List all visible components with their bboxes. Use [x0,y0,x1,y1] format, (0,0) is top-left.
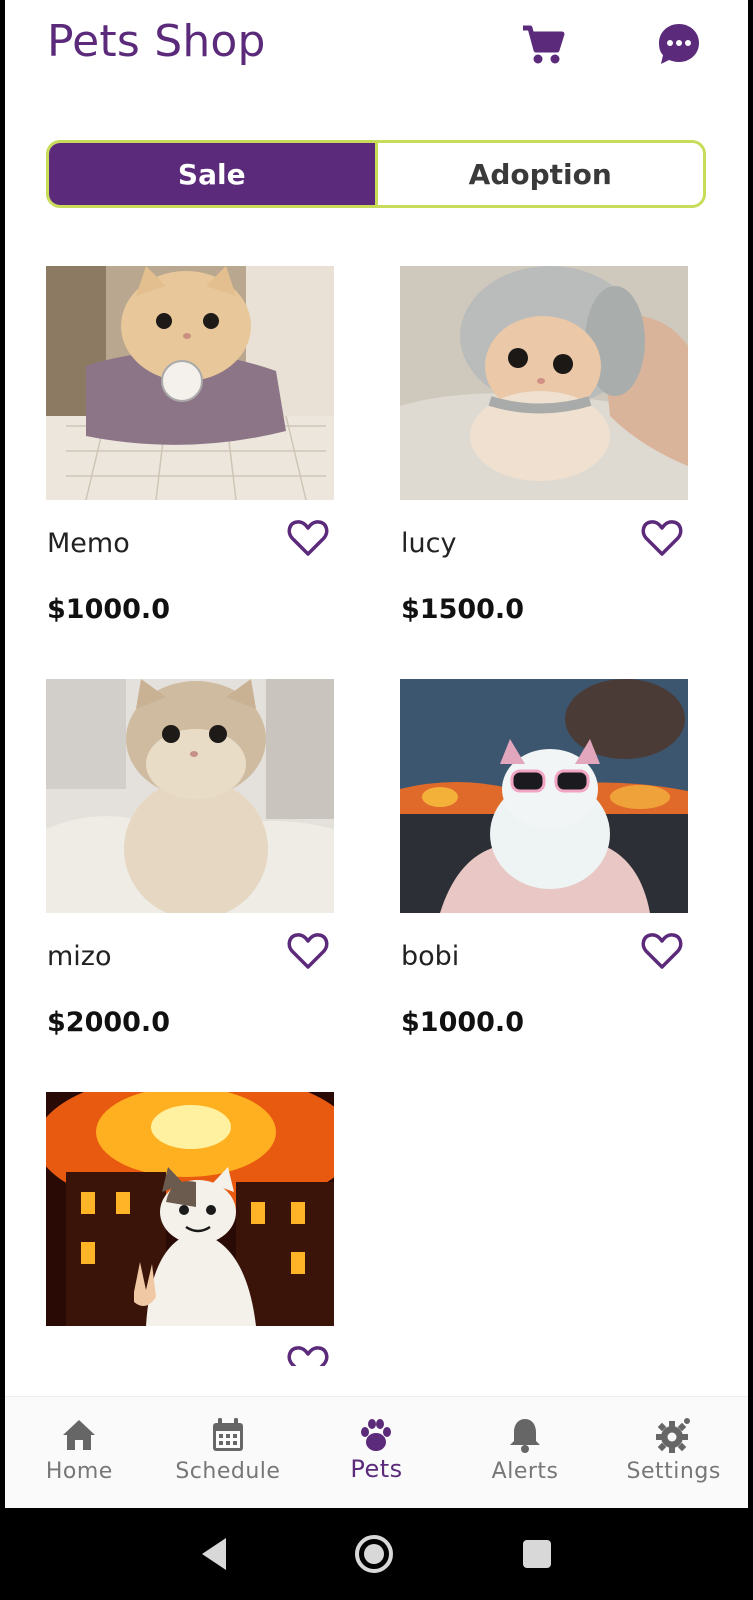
pets-grid: Memo $1000.0 lucy $1500.0 mizo $2000.0 b… [5,266,748,1366]
favorite-heart-icon[interactable] [640,929,684,973]
pet-name: mizo [47,941,112,972]
gear-icon [655,1418,690,1453]
pet-name: bobi [401,941,460,972]
home-circle-icon[interactable] [350,1530,398,1578]
pet-card[interactable]: bobi $1000.0 [400,679,688,1038]
chat-bubble-icon[interactable] [655,20,703,68]
nav-item-alerts[interactable]: Alerts [451,1397,600,1508]
calendar-icon [212,1418,243,1451]
recents-square-icon[interactable] [513,1530,561,1578]
app-header: Pets Shop [5,0,748,90]
pet-price: $1500.0 [401,594,524,625]
pet-price: $1000.0 [401,1007,524,1038]
sale-adoption-toggle: Sale Adoption [46,140,706,208]
page-title: Pets Shop [47,16,266,67]
nav-label: Schedule [175,1459,281,1484]
paw-icon [361,1419,392,1451]
back-icon[interactable] [190,1530,238,1578]
nav-label: Settings [626,1459,721,1484]
pet-photo [46,266,334,500]
pet-name: Memo [47,528,130,559]
pet-price: $2000.0 [47,1007,170,1038]
nav-item-home[interactable]: Home [5,1397,154,1508]
nav-label: Home [45,1459,113,1484]
bottom-navigation: Home Schedule Pets Alerts Settings [5,1396,748,1508]
pet-photo [400,679,688,913]
pet-photo [46,679,334,913]
pet-name: lucy [401,528,457,559]
favorite-heart-icon[interactable] [640,516,684,560]
pet-card[interactable] [46,1092,334,1366]
nav-item-schedule[interactable]: Schedule [154,1397,303,1508]
pet-card[interactable]: Memo $1000.0 [46,266,334,625]
tab-adoption[interactable]: Adoption [377,143,703,205]
home-icon [63,1420,96,1450]
pet-photo [400,266,688,500]
shopping-cart-icon[interactable] [519,20,567,68]
pet-price: $1000.0 [47,594,170,625]
pet-card[interactable]: lucy $1500.0 [400,266,688,625]
favorite-heart-icon[interactable] [286,516,330,560]
nav-item-settings[interactable]: Settings [599,1397,748,1508]
nav-label: Alerts [491,1459,559,1484]
favorite-heart-icon[interactable] [286,1342,330,1366]
pet-card[interactable]: mizo $2000.0 [46,679,334,1038]
nav-item-pets[interactable]: Pets [302,1397,451,1508]
nav-label: Pets [350,1455,403,1483]
favorite-heart-icon[interactable] [286,929,330,973]
android-system-nav-bar [0,1508,753,1600]
bell-icon [510,1419,541,1453]
pet-photo [46,1092,334,1326]
app-screen: Pets Shop Sale Adoption Memo $1000.0 luc… [5,0,748,1508]
tab-sale[interactable]: Sale [49,143,378,205]
